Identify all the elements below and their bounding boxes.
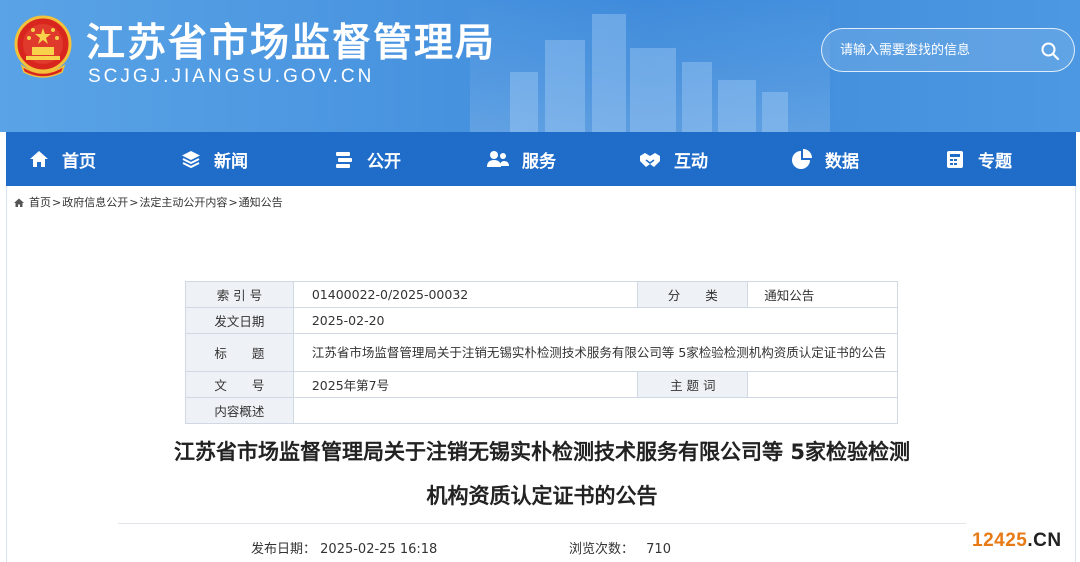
main-nav: 首页 新闻 公开 服务 互动 数据 专题 <box>6 132 1076 186</box>
date-value: 2025-02-20 <box>292 307 899 334</box>
nav-item-open[interactable]: 公开 <box>333 132 401 186</box>
summary-value <box>292 397 899 424</box>
index-value: 01400022-0/2025-00032 <box>292 281 639 308</box>
date-label: 发文日期 <box>185 307 294 334</box>
nav-item-label: 新闻 <box>214 151 248 172</box>
publish-label: 发布日期： <box>251 542 317 557</box>
subject-label: 主 题 词 <box>637 371 749 398</box>
nav-item-home[interactable]: 首页 <box>28 132 96 186</box>
calculator-icon <box>947 151 963 168</box>
title-value: 江苏省市场监督管理局关于注销无锡实朴检测技术服务有限公司等 5家检验检测机构资质… <box>292 333 899 372</box>
breadcrumb-home[interactable]: 首页 <box>29 194 51 210</box>
nav-item-label: 公开 <box>367 151 401 172</box>
nav-item-data[interactable]: 数据 <box>791 132 859 186</box>
nav-item-label: 专题 <box>978 151 1012 172</box>
view-count: 浏览次数： 710 <box>569 538 671 557</box>
article-title: 江苏省市场监督管理局关于注销无锡实朴检测技术服务有限公司等 5家检验检测 机构资… <box>47 430 1037 518</box>
site-header: 江苏省市场监督管理局 SCJGJ.JIANGSU.GOV.CN <box>0 0 1080 132</box>
nav-item-topics[interactable]: 专题 <box>944 132 1012 186</box>
views-value: 710 <box>646 542 671 557</box>
article-title-line2: 机构资质认定证书的公告 <box>426 484 658 508</box>
handshake-icon <box>640 153 660 167</box>
summary-label: 内容概述 <box>185 397 294 424</box>
national-emblem-icon <box>14 15 72 78</box>
divider <box>118 523 966 524</box>
search-icon[interactable] <box>1040 41 1060 61</box>
pie-icon <box>792 149 812 169</box>
breadcrumb: 首页 > 政府信息公开 > 法定主动公开内容 > 通知公告 <box>13 194 283 210</box>
docno-label: 文 号 <box>185 371 294 398</box>
watermark-logo: 12425.CN <box>972 530 1062 551</box>
nav-item-label: 服务 <box>522 151 556 172</box>
stack-icon <box>336 152 352 168</box>
header-skyline <box>470 0 830 132</box>
nav-item-label: 首页 <box>62 151 96 172</box>
people-icon <box>487 151 509 167</box>
publish-date: 发布日期： 2025-02-25 16:18 <box>251 538 437 557</box>
index-label: 索 引 号 <box>185 281 294 308</box>
category-value: 通知公告 <box>747 281 898 308</box>
content-area: 首页 > 政府信息公开 > 法定主动公开内容 > 通知公告 索 引 号 0140… <box>6 186 1076 562</box>
publish-value: 2025-02-25 16:18 <box>320 542 438 557</box>
nav-item-news[interactable]: 新闻 <box>180 132 248 186</box>
article-title-line1: 江苏省市场监督管理局关于注销无锡实朴检测技术服务有限公司等 5家检验检测 <box>174 440 910 464</box>
nav-item-label: 互动 <box>674 151 708 172</box>
search-input[interactable] <box>840 39 1030 61</box>
breadcrumb-notice[interactable]: 通知公告 <box>239 194 283 210</box>
site-title[interactable]: 江苏省市场监督管理局 <box>86 12 496 68</box>
docno-value: 2025年第7号 <box>292 371 639 398</box>
document-meta-table: 索 引 号 01400022-0/2025-00032 分 类 通知公告 发文日… <box>185 281 899 424</box>
home-icon <box>14 198 24 207</box>
subject-value <box>747 371 898 398</box>
category-label: 分 类 <box>637 281 749 308</box>
search-box[interactable] <box>821 28 1075 72</box>
home-icon <box>30 151 48 167</box>
nav-item-label: 数据 <box>825 151 859 172</box>
nav-item-service[interactable]: 服务 <box>486 132 556 186</box>
title-label: 标 题 <box>185 333 294 372</box>
layers-icon <box>182 151 200 169</box>
breadcrumb-statutory[interactable]: 法定主动公开内容 <box>139 194 227 210</box>
views-label: 浏览次数： <box>569 542 635 557</box>
breadcrumb-gov-info[interactable]: 政府信息公开 <box>62 194 128 210</box>
nav-item-interaction[interactable]: 互动 <box>638 132 708 186</box>
site-url: SCJGJ.JIANGSU.GOV.CN <box>88 66 375 87</box>
